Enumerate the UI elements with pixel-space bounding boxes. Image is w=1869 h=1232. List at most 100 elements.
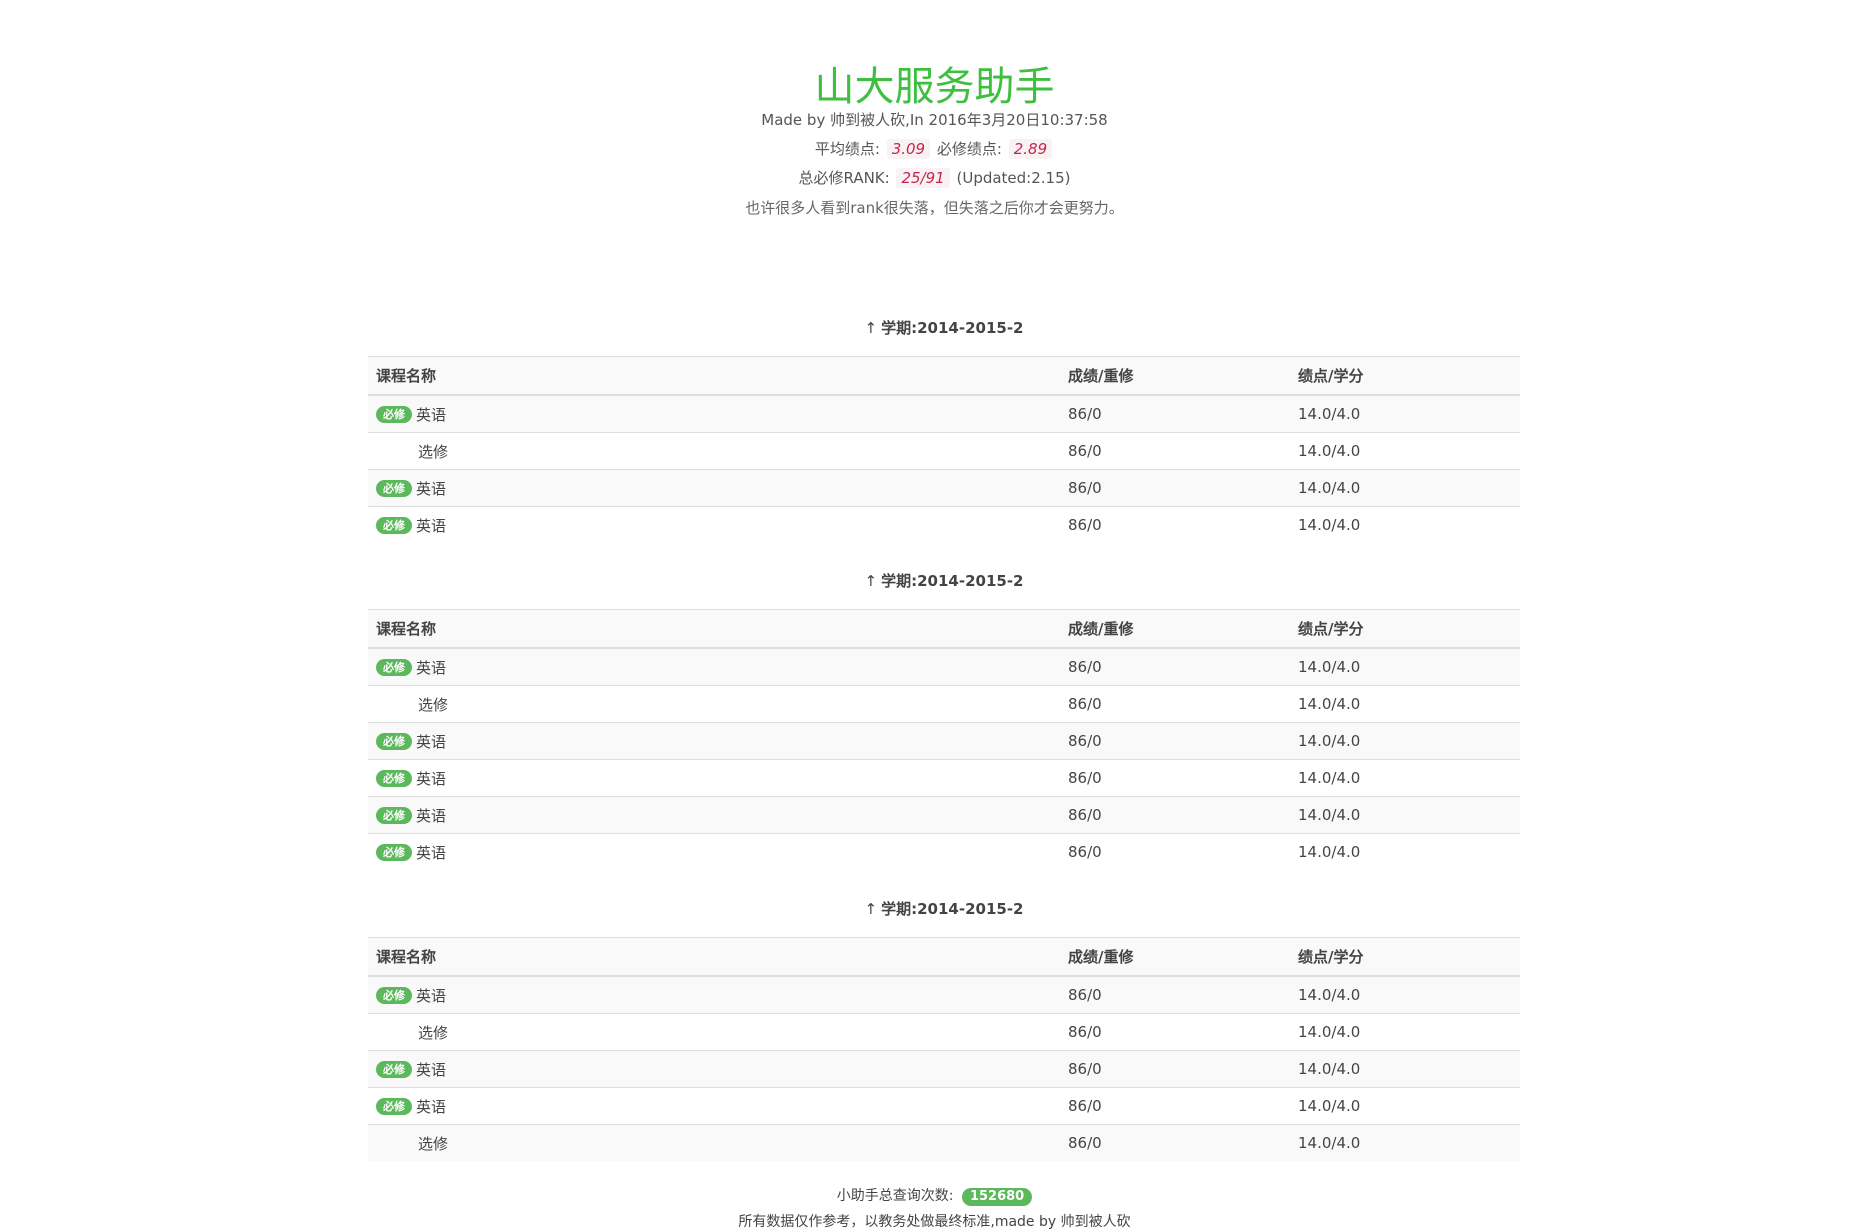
query-count-badge: 152680	[961, 1188, 1033, 1206]
required-badge: 必修	[376, 732, 412, 750]
gpa-credit-cell: 14.0/4.0	[1290, 395, 1520, 433]
rank-line: 总必修RANK: 25/91 (Updated:2.15)	[0, 168, 1869, 188]
table-header-row: 课程名称 成绩/重修 绩点/学分	[368, 937, 1520, 977]
term-section: ↑ 学期:2014-2015-2 课程名称 成绩/重修 绩点/学分 必修 英语 86/0 14.…	[368, 571, 1520, 870]
gpa-credit-cell: 14.0/4.0	[1290, 648, 1520, 686]
avg-gpa-value: 3.09	[886, 139, 931, 159]
course-cell: 必修 英语	[368, 1087, 1060, 1125]
required-badge: 必修	[376, 986, 412, 1004]
course-name: 选修	[418, 1023, 449, 1042]
term-section: ↑ 学期:2014-2015-2 课程名称 成绩/重修 绩点/学分 必修 英语 86/0 14.…	[368, 899, 1520, 1161]
table-row: 选修 86/0 14.0/4.0	[368, 685, 1520, 723]
course-name: 英语	[416, 1097, 447, 1116]
term-title: ↑ 学期:2014-2015-2	[368, 899, 1520, 919]
required-badge: 必修	[376, 806, 412, 824]
rank-value: 25/91	[896, 168, 950, 188]
table-row: 必修 英语 86/0 14.0/4.0	[368, 833, 1520, 870]
required-badge: 必修	[376, 516, 412, 534]
page-title: 山大服务助手	[814, 64, 1055, 110]
table-row: 必修 英语 86/0 14.0/4.0	[368, 506, 1520, 543]
course-cell: 必修 英语	[368, 759, 1060, 797]
score-cell: 86/0	[1060, 685, 1290, 723]
table-row: 必修 英语 86/0 14.0/4.0	[368, 722, 1520, 760]
course-cell: 选修	[368, 432, 1060, 470]
gpa-credit-cell: 14.0/4.0	[1290, 759, 1520, 797]
score-cell: 86/0	[1060, 759, 1290, 797]
column-header-course: 课程名称	[368, 609, 1060, 649]
table-header-row: 课程名称 成绩/重修 绩点/学分	[368, 356, 1520, 396]
gpa-credit-cell: 14.0/4.0	[1290, 506, 1520, 543]
up-arrow-icon: ↑	[864, 319, 878, 337]
required-badge: 必修	[376, 405, 412, 423]
score-cell: 86/0	[1060, 395, 1290, 433]
column-header-score: 成绩/重修	[1060, 937, 1290, 977]
term-title-text: 学期:2014-2015-2	[881, 900, 1024, 918]
course-name: 英语	[416, 843, 447, 862]
gpa-credit-cell: 14.0/4.0	[1290, 1013, 1520, 1051]
score-cell: 86/0	[1060, 1013, 1290, 1051]
term-title: ↑ 学期:2014-2015-2	[368, 571, 1520, 591]
gpa-credit-cell: 14.0/4.0	[1290, 833, 1520, 870]
required-badge: 必修	[376, 1097, 412, 1115]
course-cell: 选修	[368, 685, 1060, 723]
course-cell: 选修	[368, 1124, 1060, 1161]
table-header-row: 课程名称 成绩/重修 绩点/学分	[368, 609, 1520, 649]
term-title: ↑ 学期:2014-2015-2	[368, 318, 1520, 338]
course-name: 英语	[416, 405, 447, 424]
table-row: 选修 86/0 14.0/4.0	[368, 1013, 1520, 1051]
table-row: 必修 英语 86/0 14.0/4.0	[368, 796, 1520, 834]
course-cell: 必修 英语	[368, 1050, 1060, 1088]
required-badge: 必修	[376, 843, 412, 861]
made-by-line: Made by 帅到被人砍,In 2016年3月20日10:37:58	[761, 111, 1108, 129]
up-arrow-icon: ↑	[864, 900, 878, 918]
required-gpa-label: 必修绩点:	[936, 140, 1002, 158]
course-name: 选修	[418, 695, 449, 714]
table-row: 必修 英语 86/0 14.0/4.0	[368, 1087, 1520, 1125]
term-title-text: 学期:2014-2015-2	[881, 319, 1024, 337]
gpa-line: 平均绩点: 3.09 必修绩点: 2.89	[0, 139, 1869, 159]
gpa-credit-cell: 14.0/4.0	[1290, 432, 1520, 470]
table-row: 必修 英语 86/0 14.0/4.0	[368, 976, 1520, 1014]
column-header-gpa-credit: 绩点/学分	[1290, 356, 1520, 396]
course-cell: 必修 英语	[368, 506, 1060, 543]
gpa-credit-cell: 14.0/4.0	[1290, 796, 1520, 834]
score-cell: 86/0	[1060, 469, 1290, 507]
table-row: 选修 86/0 14.0/4.0	[368, 1124, 1520, 1161]
course-cell: 必修 英语	[368, 833, 1060, 870]
required-badge: 必修	[376, 769, 412, 787]
table-row: 必修 英语 86/0 14.0/4.0	[368, 395, 1520, 433]
course-cell: 必修 英语	[368, 648, 1060, 686]
term-section: ↑ 学期:2014-2015-2 课程名称 成绩/重修 绩点/学分 必修 英语 86/0 14.…	[368, 318, 1520, 543]
avg-gpa-label: 平均绩点:	[814, 140, 880, 158]
score-cell: 86/0	[1060, 1087, 1290, 1125]
gpa-credit-cell: 14.0/4.0	[1290, 685, 1520, 723]
course-name: 英语	[416, 479, 447, 498]
gpa-credit-cell: 14.0/4.0	[1290, 976, 1520, 1014]
score-cell: 86/0	[1060, 722, 1290, 760]
course-name: 英语	[416, 516, 447, 535]
gpa-credit-cell: 14.0/4.0	[1290, 1087, 1520, 1125]
column-header-gpa-credit: 绩点/学分	[1290, 937, 1520, 977]
required-badge: 必修	[376, 658, 412, 676]
course-name: 英语	[416, 732, 447, 751]
course-cell: 必修 英语	[368, 976, 1060, 1014]
score-cell: 86/0	[1060, 1050, 1290, 1088]
course-name: 英语	[416, 1060, 447, 1079]
score-cell: 86/0	[1060, 506, 1290, 543]
table-row: 必修 英语 86/0 14.0/4.0	[368, 469, 1520, 507]
course-name: 英语	[416, 986, 447, 1005]
column-header-score: 成绩/重修	[1060, 356, 1290, 396]
motto-line: 也许很多人看到rank很失落，但失落之后你才会更努力。	[745, 199, 1124, 217]
query-count-label: 小助手总查询次数:	[836, 1188, 954, 1204]
grades-table: 课程名称 成绩/重修 绩点/学分 必修 英语 86/0 14.0/4.0 选修 86/0 14.0…	[368, 937, 1520, 1161]
course-cell: 必修 英语	[368, 796, 1060, 834]
course-name: 选修	[418, 1134, 449, 1153]
column-header-course: 课程名称	[368, 937, 1060, 977]
score-cell: 86/0	[1060, 1124, 1290, 1161]
gpa-credit-cell: 14.0/4.0	[1290, 469, 1520, 507]
course-name: 英语	[416, 769, 447, 788]
grades-table: 课程名称 成绩/重修 绩点/学分 必修 英语 86/0 14.0/4.0 选修 86/0 14.0…	[368, 609, 1520, 870]
course-cell: 必修 英语	[368, 722, 1060, 760]
table-row: 必修 英语 86/0 14.0/4.0	[368, 759, 1520, 797]
required-badge: 必修	[376, 479, 412, 497]
